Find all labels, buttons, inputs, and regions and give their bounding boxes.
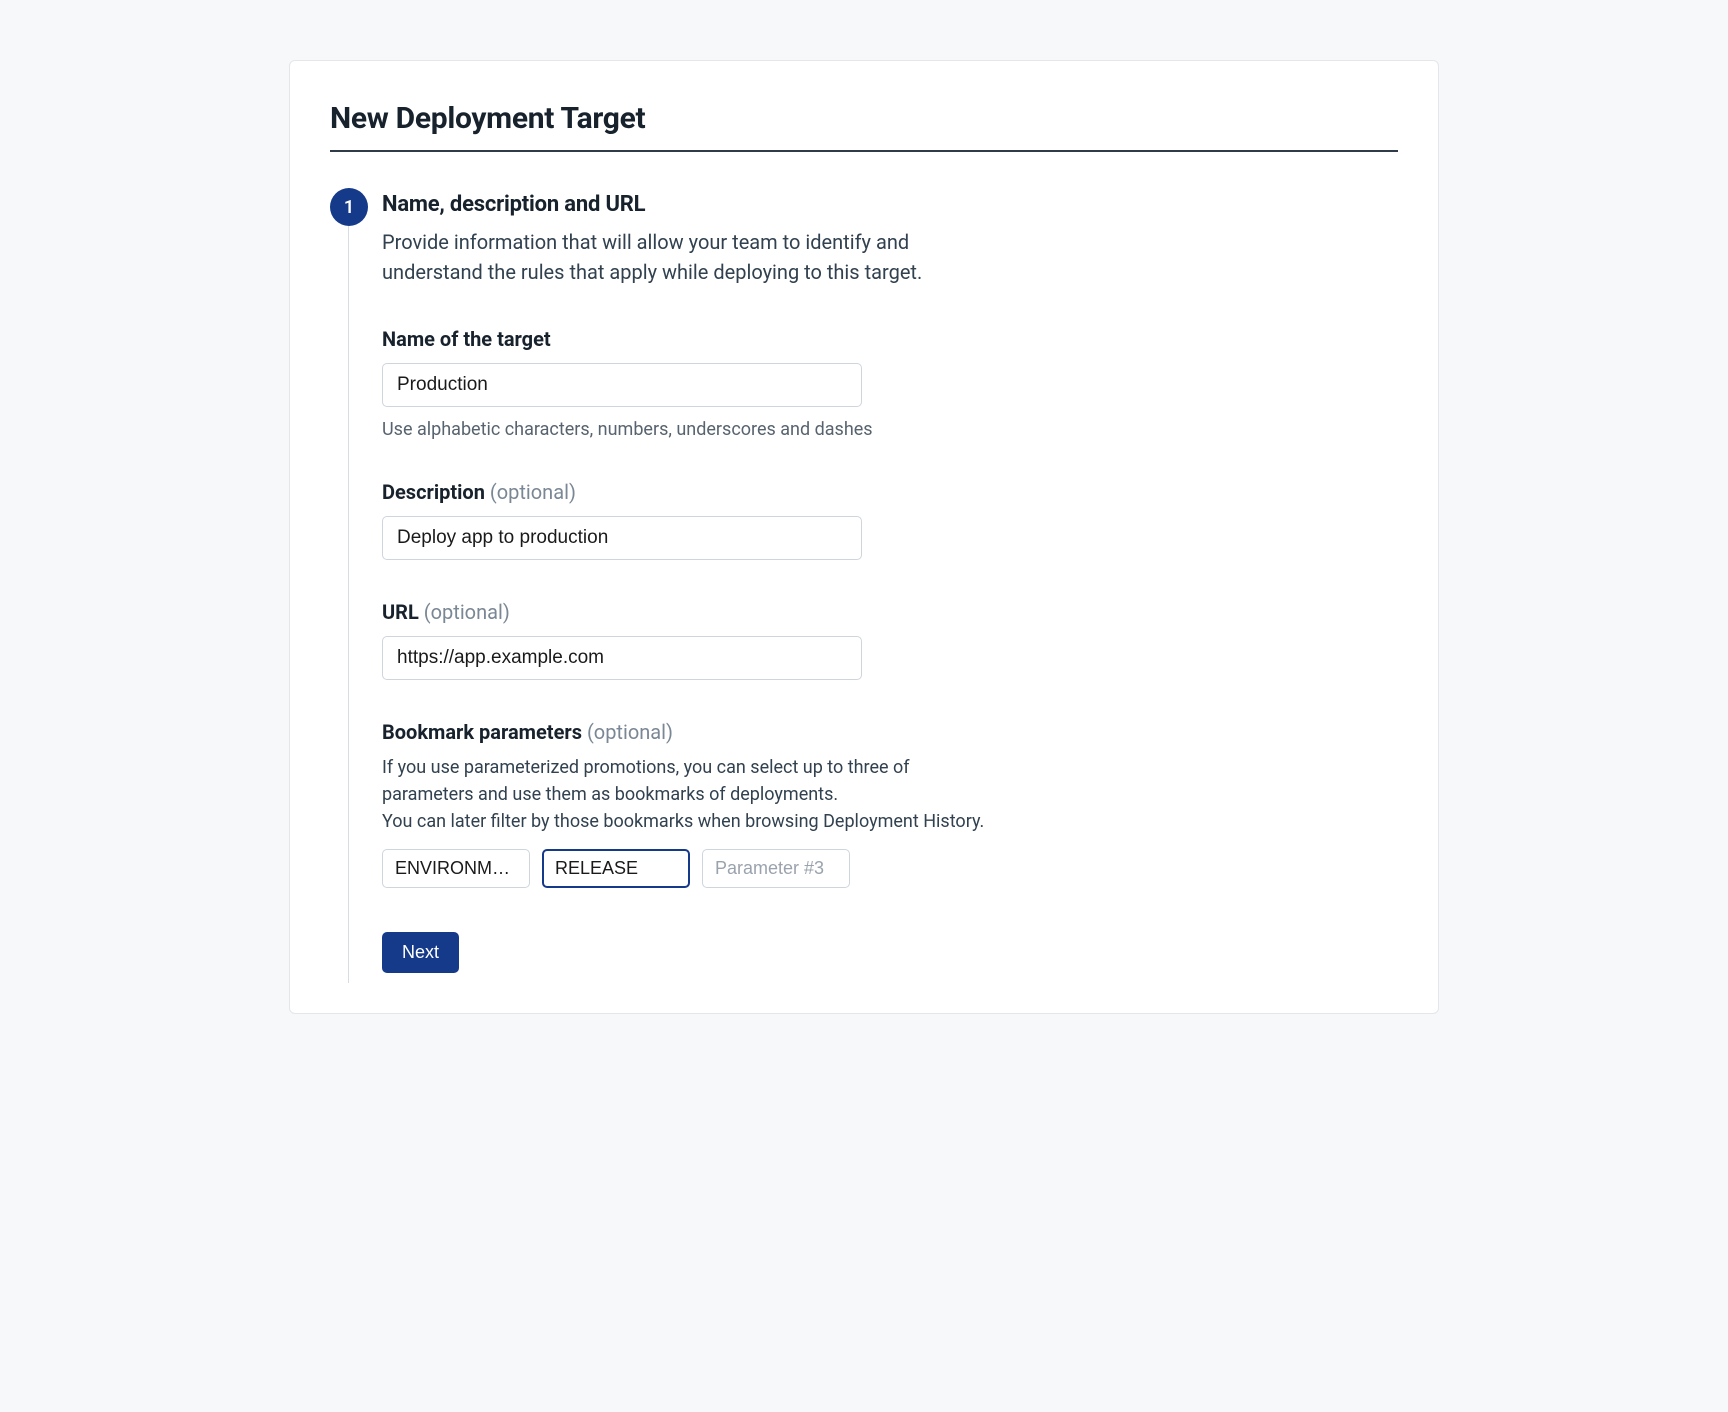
bookmark-label: Bookmark parameters (optional) [382, 720, 673, 744]
field-group-url: URL (optional) [382, 600, 1398, 680]
description-label-text: Description [382, 480, 485, 504]
bookmark-description: If you use parameterized promotions, you… [382, 754, 1002, 835]
bookmark-param-2-input[interactable] [542, 849, 690, 888]
step-connector-line [348, 226, 349, 983]
step-title: Name, description and URL [382, 192, 1398, 217]
bookmark-param-1-input[interactable] [382, 849, 530, 888]
step-1-content: Name of the target Use alphabetic charac… [382, 327, 1398, 973]
field-group-description: Description (optional) [382, 480, 1398, 560]
name-input[interactable] [382, 363, 862, 407]
name-label: Name of the target [382, 327, 551, 351]
page-title: New Deployment Target [330, 101, 1398, 152]
form-card: New Deployment Target 1 Name, descriptio… [289, 60, 1439, 1014]
url-label: URL (optional) [382, 600, 510, 624]
bookmark-params-row [382, 849, 1398, 888]
bookmark-desc-line1: If you use parameterized promotions, you… [382, 757, 910, 805]
description-input[interactable] [382, 516, 862, 560]
bookmark-desc-line2: You can later filter by those bookmarks … [382, 811, 984, 832]
url-optional-text: (optional) [419, 600, 510, 624]
step-1-header: 1 Name, description and URL Provide info… [330, 192, 1398, 287]
step-description: Provide information that will allow your… [382, 227, 1002, 287]
url-input[interactable] [382, 636, 862, 680]
step-number-badge: 1 [330, 188, 368, 226]
bookmark-optional-text: (optional) [582, 720, 673, 744]
bookmark-label-text: Bookmark parameters [382, 720, 582, 744]
name-hint: Use alphabetic characters, numbers, unde… [382, 419, 1398, 440]
field-group-name: Name of the target Use alphabetic charac… [382, 327, 1398, 440]
bookmark-param-3-input[interactable] [702, 849, 850, 888]
description-optional-text: (optional) [485, 480, 576, 504]
description-label: Description (optional) [382, 480, 576, 504]
field-group-bookmark: Bookmark parameters (optional) If you us… [382, 720, 1398, 888]
next-button[interactable]: Next [382, 932, 459, 973]
url-label-text: URL [382, 600, 419, 624]
